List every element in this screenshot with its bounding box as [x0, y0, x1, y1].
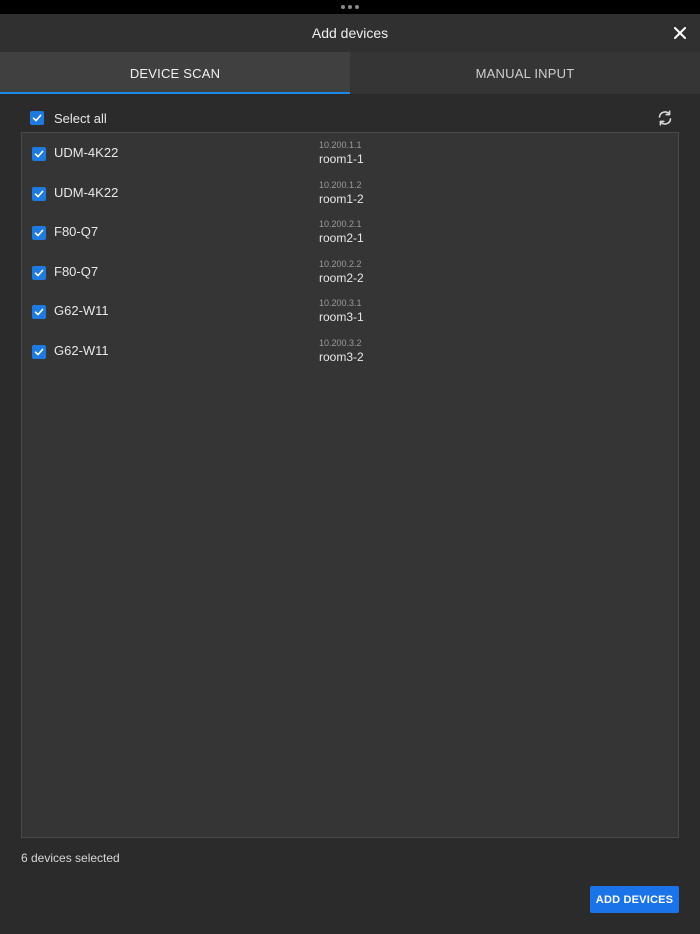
device-checkbox[interactable]: [32, 265, 46, 280]
device-room: room1-1: [319, 152, 364, 166]
close-button[interactable]: [670, 23, 690, 43]
device-checkbox[interactable]: [32, 344, 46, 359]
device-ip: 10.200.2.2: [319, 258, 362, 269]
device-name: G62-W11: [54, 342, 109, 358]
device-ip: 10.200.2.1: [319, 219, 362, 230]
device-ip: 10.200.1.2: [319, 179, 362, 190]
device-name: UDM-4K22: [54, 184, 119, 200]
device-list[interactable]: UDM-4K22 10.200.1.1 room1-1 UDM-4K22 10.…: [21, 132, 679, 838]
tab-bar: DEVICE SCAN MANUAL INPUT: [0, 52, 700, 94]
refresh-icon: [658, 110, 672, 126]
device-name: G62-W11: [54, 303, 109, 319]
device-row[interactable]: F80-Q7 10.200.2.2 room2-2: [22, 252, 678, 292]
device-room: room3-2: [319, 349, 364, 364]
checkmark-icon: [32, 114, 42, 122]
device-row[interactable]: F80-Q7 10.200.2.1 room2-1: [22, 212, 678, 252]
device-ip: 10.200.3.1: [319, 298, 362, 309]
multitasking-indicator[interactable]: [0, 0, 700, 14]
device-room: room2-1: [319, 231, 364, 246]
checkmark-icon: [34, 229, 44, 237]
device-room: room3-1: [319, 310, 364, 325]
close-icon: [674, 27, 686, 39]
select-all-checkbox[interactable]: [30, 111, 44, 125]
checkmark-icon: [34, 269, 44, 277]
device-row[interactable]: G62-W11 10.200.3.1 room3-1: [22, 291, 678, 331]
checkmark-icon: [34, 190, 44, 197]
device-ip: 10.200.1.1: [319, 140, 362, 150]
device-checkbox[interactable]: [32, 186, 46, 201]
checkmark-icon: [34, 348, 44, 356]
device-checkbox[interactable]: [32, 226, 46, 241]
device-checkbox[interactable]: [32, 147, 46, 161]
refresh-button[interactable]: [656, 109, 674, 127]
select-all-label: Select all: [54, 110, 107, 126]
device-row[interactable]: UDM-4K22 10.200.1.2 room1-2: [22, 173, 678, 213]
device-name: F80-Q7: [54, 224, 99, 240]
checkmark-icon: [34, 150, 44, 158]
device-row[interactable]: UDM-4K22 10.200.1.1 room1-1: [22, 133, 678, 173]
dots-icon: [341, 5, 359, 9]
device-name: F80-Q7: [54, 263, 99, 279]
device-room: room2-2: [319, 270, 364, 285]
device-name: UDM-4K22: [54, 145, 119, 160]
select-all-row: Select all: [30, 108, 107, 128]
dialog-header: Add devices: [0, 14, 700, 52]
selected-count: 6 devices selected: [21, 851, 120, 865]
device-row[interactable]: G62-W11 10.200.3.2 room3-2: [22, 331, 678, 371]
device-ip: 10.200.3.2: [319, 337, 362, 348]
dialog-title: Add devices: [311, 25, 389, 41]
device-checkbox[interactable]: [32, 305, 46, 320]
device-room: room1-2: [319, 191, 364, 206]
tab-manual-input[interactable]: MANUAL INPUT: [350, 52, 700, 94]
tab-device-scan[interactable]: DEVICE SCAN: [0, 52, 350, 94]
add-devices-button[interactable]: ADD DEVICES: [590, 886, 679, 913]
checkmark-icon: [34, 308, 44, 316]
